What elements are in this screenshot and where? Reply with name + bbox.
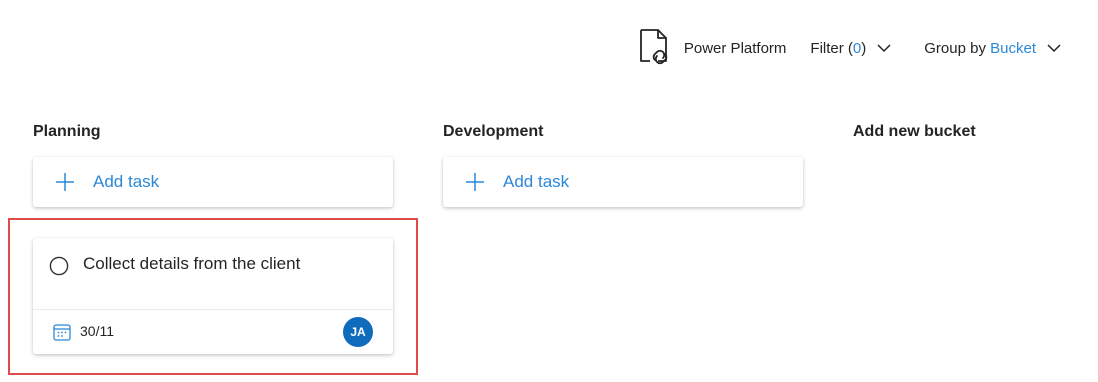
task-due-date: 30/11: [80, 323, 114, 339]
filter-label: Filter (: [810, 39, 853, 57]
add-task-label: Add task: [93, 172, 160, 191]
planner-board: Power Platform Filter (0) Group by Bucke…: [0, 0, 1098, 382]
task-title: Collect details from the client: [83, 254, 301, 273]
add-task-label: Add task: [503, 172, 570, 191]
group-by-button[interactable]: Group by Bucket: [924, 40, 1062, 57]
plus-icon: [55, 172, 75, 192]
plan-name: Power Platform: [683, 39, 787, 57]
bucket-development: Development Add task: [443, 120, 803, 207]
bucket-title[interactable]: Development: [443, 120, 543, 144]
add-task-button[interactable]: Add task: [33, 157, 393, 207]
filter-count: 0: [852, 39, 862, 57]
complete-task-checkbox[interactable]: [49, 256, 69, 276]
board-toolbar: Power Platform Filter (0) Group by Bucke…: [638, 28, 1062, 68]
plus-icon: [465, 172, 485, 192]
task-card[interactable]: Collect details from the client 30/11 JA: [33, 238, 393, 354]
plan-link[interactable]: Power Platform: [638, 28, 787, 68]
add-task-button[interactable]: Add task: [443, 157, 803, 207]
add-new-bucket: Add new bucket: [853, 120, 976, 144]
bucket-title[interactable]: Planning: [33, 120, 101, 144]
group-by-label: Group by: [924, 39, 991, 57]
chevron-down-icon: [876, 40, 892, 56]
filter-label-close: ): [861, 39, 867, 57]
plan-document-icon: [638, 28, 674, 68]
bucket-planning: Planning Add task: [33, 120, 393, 207]
filter-button[interactable]: Filter (0): [810, 40, 892, 57]
assignee-avatar[interactable]: JA: [343, 317, 373, 347]
chevron-down-icon: [1046, 40, 1062, 56]
card-divider: [33, 309, 393, 310]
add-new-bucket-input[interactable]: Add new bucket: [853, 120, 976, 144]
calendar-icon: [52, 322, 72, 342]
group-by-value: Bucket: [990, 39, 1036, 57]
